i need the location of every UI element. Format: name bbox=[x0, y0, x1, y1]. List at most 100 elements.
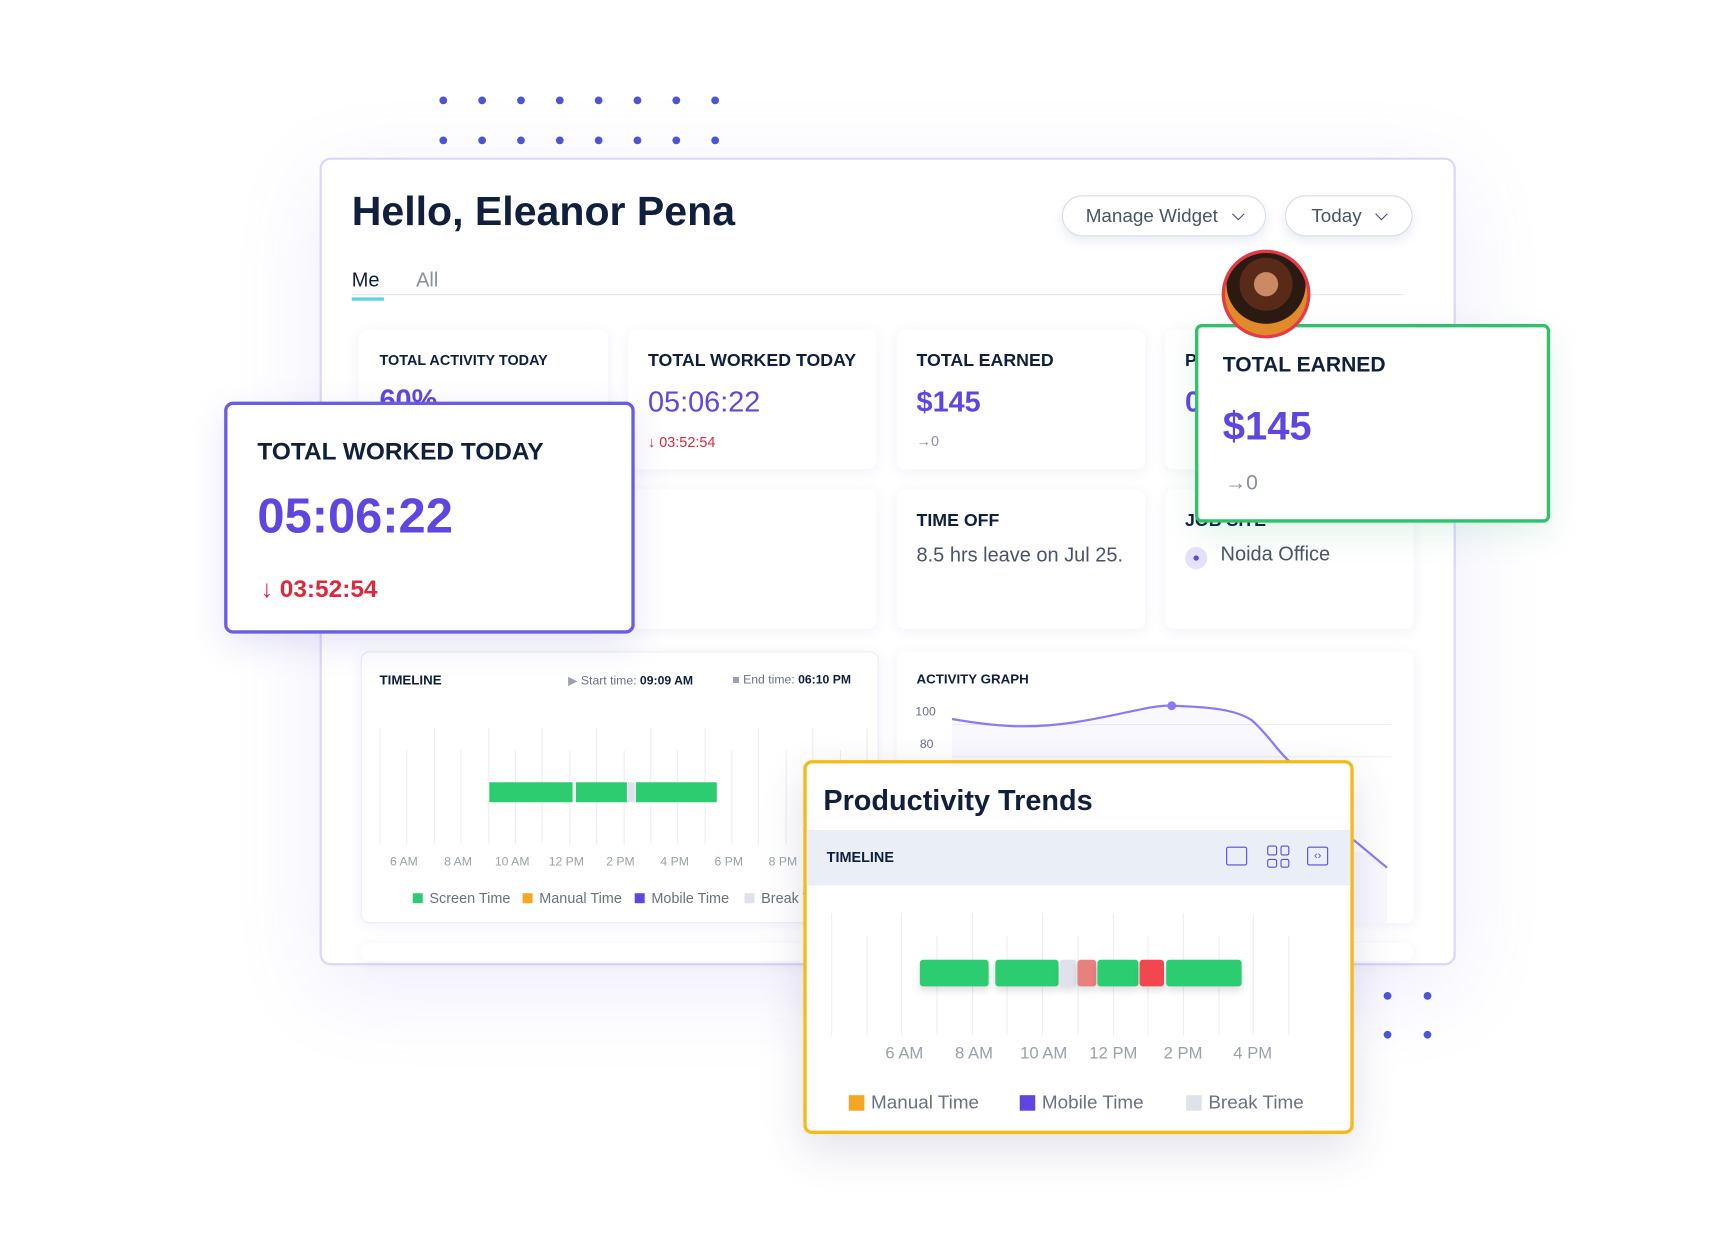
gridline bbox=[379, 727, 381, 845]
total-worked-highlight-card[interactable]: TOTAL WORKED TODAY 05:06:22 ↓ 03:52:54 bbox=[224, 401, 635, 634]
chevron-down-icon bbox=[1375, 207, 1388, 220]
dot bbox=[478, 136, 487, 145]
timeline-segment-break bbox=[628, 782, 635, 803]
gridline bbox=[1288, 935, 1290, 1036]
card-title: TOTAL WORKED TODAY bbox=[648, 351, 857, 371]
card-delta: 03:52:54 bbox=[659, 433, 716, 451]
dot bbox=[594, 96, 603, 105]
timeline-segment-screen bbox=[1097, 959, 1139, 987]
location-pin-icon: ● bbox=[1185, 547, 1208, 570]
dot bbox=[633, 136, 642, 145]
timeline-segment-break bbox=[1059, 959, 1077, 987]
gridline bbox=[758, 727, 760, 845]
total-worked-card[interactable]: TOTAL WORKED TODAY 05:06:22 ↓ 03:52:54 bbox=[628, 329, 877, 470]
arrow-right-icon: → bbox=[916, 432, 931, 450]
gridline bbox=[901, 913, 903, 1036]
tab-me[interactable]: Me bbox=[352, 269, 380, 292]
empty-card bbox=[628, 489, 877, 630]
legend-item: Manual Time bbox=[848, 1091, 980, 1114]
legend-item: Mobile Time bbox=[1019, 1091, 1144, 1114]
card-value: $145 bbox=[916, 385, 981, 419]
arrow-down-icon: ↓ bbox=[260, 574, 273, 603]
chevron-down-icon bbox=[1231, 207, 1245, 220]
card-delta: 0 bbox=[1246, 471, 1258, 495]
x-tick-label: 6 AM bbox=[885, 1044, 924, 1063]
date-range-label: Today bbox=[1311, 204, 1362, 226]
dot bbox=[672, 96, 681, 105]
gridline bbox=[433, 727, 435, 845]
gridline bbox=[406, 750, 408, 845]
card-value: $145 bbox=[1222, 402, 1312, 449]
total-earned-card[interactable]: TOTAL EARNED $145 →0 bbox=[896, 329, 1146, 470]
legend-swatch bbox=[634, 893, 645, 904]
productivity-trends-card: Productivity Trends TIMELINE ‹› 6 AM 8 AM… bbox=[803, 760, 1354, 1135]
productivity-timeline-chart: 6 AM 8 AM 10 AM 12 PM 2 PM 4 PM Manual Time Mob… bbox=[807, 763, 1351, 1130]
card-title: TOTAL WORKED TODAY bbox=[257, 437, 544, 465]
x-tick-label: 4 PM bbox=[660, 855, 689, 869]
legend-item: Break T bbox=[744, 890, 811, 907]
gridline bbox=[731, 750, 733, 845]
dot bbox=[633, 96, 642, 105]
legend-label: Manual Time bbox=[539, 889, 622, 907]
card-title: TOTAL ACTIVITY TODAY bbox=[379, 351, 548, 369]
dot bbox=[711, 136, 720, 145]
dot bbox=[555, 96, 564, 105]
timeline-chart: 6 AM 8 AM 10 AM 12 PM 2 PM 4 PM 6 PM 8 PM Screen… bbox=[362, 652, 878, 922]
timeline-segment-screen bbox=[635, 782, 717, 803]
legend-label: Screen Time bbox=[429, 889, 511, 907]
x-tick-label: 12 PM bbox=[548, 855, 584, 869]
avatar[interactable] bbox=[1221, 249, 1311, 339]
card-title: TIME OFF bbox=[916, 511, 1000, 531]
timeline-segment-alert bbox=[1139, 959, 1165, 987]
dot bbox=[439, 96, 448, 105]
legend-swatch bbox=[1019, 1095, 1036, 1111]
active-tab-indicator bbox=[351, 297, 384, 301]
card-delta: 03:52:54 bbox=[279, 574, 378, 603]
card-title: TOTAL EARNED bbox=[916, 351, 1054, 371]
dot bbox=[711, 96, 720, 105]
tab-all[interactable]: All bbox=[416, 269, 438, 292]
timeline-segment-screen bbox=[994, 959, 1059, 987]
legend-swatch bbox=[744, 893, 755, 904]
legend-swatch bbox=[412, 893, 423, 904]
arrow-down-icon: ↓ bbox=[648, 433, 656, 451]
gridline bbox=[1253, 913, 1255, 1036]
gridline bbox=[831, 913, 833, 1036]
timeline-segment-screen bbox=[919, 959, 989, 987]
legend-label: Break Time bbox=[1208, 1091, 1304, 1113]
gridline bbox=[866, 935, 868, 1036]
x-tick-label: 6 PM bbox=[714, 855, 744, 869]
total-earned-highlight-card[interactable]: TOTAL EARNED $145 →0 bbox=[1195, 324, 1551, 523]
legend-label: Mobile Time bbox=[1041, 1091, 1144, 1113]
dot bbox=[555, 136, 564, 145]
legend-item: Manual Time bbox=[522, 889, 622, 907]
next-widget bbox=[360, 943, 877, 961]
page-title: Hello, Eleanor Pena bbox=[351, 188, 736, 235]
x-tick-label: 10 AM bbox=[494, 855, 530, 869]
legend-label: Manual Time bbox=[871, 1091, 980, 1113]
timeline-card: TIMELINE ▶ Start time: 09:09 AM ■ End ti… bbox=[360, 651, 879, 924]
x-tick-label: 8 AM bbox=[444, 855, 472, 869]
legend-swatch bbox=[848, 1095, 865, 1111]
time-off-card[interactable]: TIME OFF 8.5 hrs leave on Jul 25. bbox=[896, 489, 1146, 630]
legend-swatch bbox=[1186, 1095, 1202, 1111]
gridline bbox=[785, 750, 787, 845]
dot bbox=[478, 96, 487, 105]
legend-swatch bbox=[522, 893, 533, 904]
manage-widget-button[interactable]: Manage Widget bbox=[1061, 195, 1267, 237]
dot bbox=[672, 136, 681, 145]
x-tick-label: 2 PM bbox=[1163, 1044, 1203, 1063]
dot bbox=[1423, 991, 1432, 1000]
dot bbox=[439, 136, 448, 145]
x-tick-label: 8 AM bbox=[955, 1044, 993, 1063]
dot bbox=[1383, 991, 1392, 1000]
x-tick-label: 8 PM bbox=[768, 855, 798, 869]
legend-item: Break Time bbox=[1186, 1092, 1304, 1114]
dot bbox=[594, 136, 603, 145]
job-site-location: Noida Office bbox=[1220, 542, 1331, 565]
gridline bbox=[460, 750, 462, 845]
date-range-select[interactable]: Today bbox=[1284, 195, 1413, 237]
time-off-text: 8.5 hrs leave on Jul 25. bbox=[916, 543, 1124, 566]
card-value: 05:06:22 bbox=[257, 489, 453, 544]
dot bbox=[517, 96, 525, 105]
